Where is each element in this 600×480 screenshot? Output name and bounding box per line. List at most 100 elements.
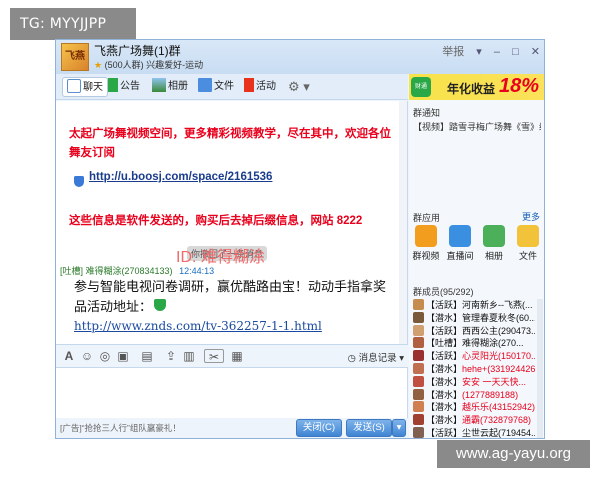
- gift-icon[interactable]: ▣: [116, 349, 130, 363]
- mic-icon[interactable]: ▥: [182, 349, 196, 363]
- member-name: 管理春夏秋冬(60...: [462, 312, 535, 323]
- member-tag: 【潜水】: [426, 402, 463, 413]
- message-history-label: 消息记录: [358, 353, 397, 364]
- tab-files[interactable]: 文件: [198, 77, 234, 97]
- member-scrollbar[interactable]: [537, 299, 543, 438]
- promo-link[interactable]: http://u.boosj.com/space/2161536: [89, 171, 272, 183]
- tab-activity[interactable]: 活动: [244, 77, 276, 97]
- message-body: 参与智能电视问卷调研，赢优酷路由宝！动动手指拿奖 品活动地址：: [74, 277, 404, 317]
- app-album[interactable]: 相册: [479, 225, 509, 262]
- tab-announcement[interactable]: 公告: [108, 77, 140, 97]
- member-name: 河南新乡--飞燕(...: [462, 300, 533, 310]
- member-tag: 【潜水】: [426, 364, 463, 374]
- member-tag: 【潜水】: [426, 376, 463, 387]
- tab-album[interactable]: 相册: [152, 77, 188, 97]
- app-files[interactable]: 文件: [513, 225, 543, 262]
- photo-icon: [152, 78, 166, 92]
- emoji-icon[interactable]: ☺: [80, 349, 94, 363]
- live-tv-icon: [449, 225, 471, 247]
- member-tag: 【活跃】: [426, 428, 463, 438]
- send-options-button[interactable]: ▾: [392, 419, 406, 437]
- more-tools-icon[interactable]: ▦: [230, 349, 244, 363]
- member-avatar: [413, 350, 424, 362]
- sender-time: 12:44:13: [179, 266, 215, 276]
- close-button[interactable]: 关闭(C): [296, 419, 342, 437]
- message-history-button[interactable]: ◷ 消息记录 ▾: [348, 350, 404, 364]
- notice-item[interactable]: 【视频】踏雪寻梅广场舞《雪》编...: [413, 120, 541, 133]
- promo-line-1: 太起广场舞视频空间，更多精彩视频教学，尽在其中，欢迎各位: [69, 128, 391, 140]
- member-avatar: [413, 388, 424, 400]
- image-icon[interactable]: ▤: [140, 349, 154, 363]
- file-icon: [517, 225, 539, 247]
- maximize-icon[interactable]: □: [512, 46, 519, 58]
- member-row[interactable]: 【潜水】管理春夏秋冬(60...: [413, 311, 535, 325]
- font-icon[interactable]: A: [62, 349, 76, 363]
- message-line-1: 参与智能电视问卷调研，赢优酷路由宝！动动手指拿奖: [74, 279, 387, 294]
- member-name: (1277889188): [462, 389, 519, 400]
- message-link[interactable]: http://www.znds.com/tv-362257-1-1.html: [74, 319, 322, 333]
- member-avatar: [413, 324, 424, 336]
- group-subtitle-text: (500人群) 兴趣爱好-运动: [104, 60, 204, 70]
- member-tag: 【活跃】: [426, 325, 463, 336]
- ad-logo: 财通: [411, 77, 431, 97]
- dropdown-icon[interactable]: ▾: [476, 46, 482, 58]
- member-row[interactable]: 【潜水】hehe+(331924426): [413, 363, 535, 376]
- group-avatar[interactable]: 飞燕: [61, 43, 89, 71]
- right-panel: 财通 年化收益 18% 群通知 【视频】踏雪寻梅广场舞《雪》编... 群应用 更…: [409, 74, 544, 438]
- sender-name[interactable]: [吐槽] 难得糊涂(270834133): [60, 266, 173, 276]
- qq-group-chat-window: 飞燕 飞燕广场舞(1)群 ★ (500人群) 兴趣爱好-运动 举报 ▾ – □ …: [55, 39, 545, 439]
- finance-ad-banner[interactable]: 财通 年化收益 18%: [409, 74, 544, 100]
- album-icon: [483, 225, 505, 247]
- member-row[interactable]: 【潜水】(1277889188): [413, 388, 535, 402]
- send-button[interactable]: 发送(S): [346, 419, 392, 437]
- member-tag: 【吐槽】: [426, 338, 463, 349]
- member-row[interactable]: 【潜水】安安 一天天快...: [413, 375, 535, 389]
- member-row[interactable]: 【吐槽】难得糊涂(270...: [413, 337, 535, 350]
- member-tag: 【活跃】: [426, 300, 463, 310]
- apps-more-link[interactable]: 更多: [522, 210, 540, 223]
- group-name[interactable]: 飞燕广场舞(1)群: [94, 42, 181, 59]
- clock-icon: ◷: [347, 353, 356, 364]
- member-row[interactable]: 【活跃】心灵阳光(150170...: [413, 350, 535, 363]
- shake-icon[interactable]: ⇪: [164, 349, 178, 363]
- activity-flag-icon: [244, 78, 254, 92]
- ad-percent: 18%: [499, 75, 540, 97]
- report-link[interactable]: 举报: [442, 46, 464, 58]
- member-avatar: [413, 401, 424, 413]
- gear-icon[interactable]: ⚙ ▾: [288, 77, 310, 97]
- app-group-video[interactable]: 群视频: [411, 225, 441, 262]
- member-avatar: [413, 414, 424, 426]
- group-toolbar: 聊天 公告 相册 文件 活动 ⚙ ▾: [56, 74, 408, 100]
- member-row[interactable]: 【活跃】河南新乡--飞燕(...: [413, 299, 535, 312]
- chat-icon: [67, 79, 81, 93]
- star-icon: ★: [94, 60, 103, 70]
- member-row[interactable]: 【潜水】通霸(732879768): [413, 414, 535, 427]
- minimize-icon[interactable]: –: [494, 46, 500, 58]
- app-live-room[interactable]: 直播间: [445, 225, 475, 262]
- member-name: 西西公主(290473...: [462, 325, 535, 336]
- site-watermark: www.ag-yayu.org: [437, 440, 590, 468]
- bottom-ad-text[interactable]: [广告]“抢抢三人行”组队赢豪礼！: [60, 422, 181, 434]
- close-icon[interactable]: ✕: [531, 46, 540, 58]
- member-row[interactable]: 【活跃】西西公主(290473...: [413, 324, 535, 338]
- message-input[interactable]: [56, 368, 408, 418]
- member-row[interactable]: 【活跃】尘世云起(719454...: [413, 427, 535, 438]
- member-row[interactable]: 【潜水】越乐乐(43152942): [413, 401, 535, 414]
- screenshot-icon[interactable]: ✂: [204, 349, 224, 364]
- ad-words: 年化收益: [447, 82, 496, 96]
- app-album-label: 相册: [484, 251, 503, 261]
- member-avatar: [413, 363, 424, 374]
- message-sender[interactable]: [吐槽] 难得糊涂(270834133) 12:44:13: [60, 264, 214, 277]
- member-avatar: [413, 337, 424, 349]
- vibrate-icon[interactable]: ◎: [98, 349, 112, 363]
- member-name: 尘世云起(719454...: [462, 428, 535, 438]
- chat-message-area[interactable]: 太起广场舞视频空间，更多精彩视频教学，尽在其中，欢迎各位 舞友订阅 http:/…: [56, 101, 408, 344]
- member-name: 难得糊涂(270...: [462, 338, 524, 349]
- tg-watermark-badge: TG: MYYJJPP: [10, 8, 136, 40]
- tab-chat[interactable]: 聊天: [62, 77, 108, 97]
- software-notice-text: 这些信息是软件发送的，购买后去掉后缀信息，网站 8222: [69, 215, 363, 227]
- app-files-label: 文件: [518, 251, 537, 261]
- member-tag: 【潜水】: [426, 312, 463, 323]
- chat-scrollbar[interactable]: [399, 101, 407, 344]
- security-shield-icon: [74, 176, 84, 187]
